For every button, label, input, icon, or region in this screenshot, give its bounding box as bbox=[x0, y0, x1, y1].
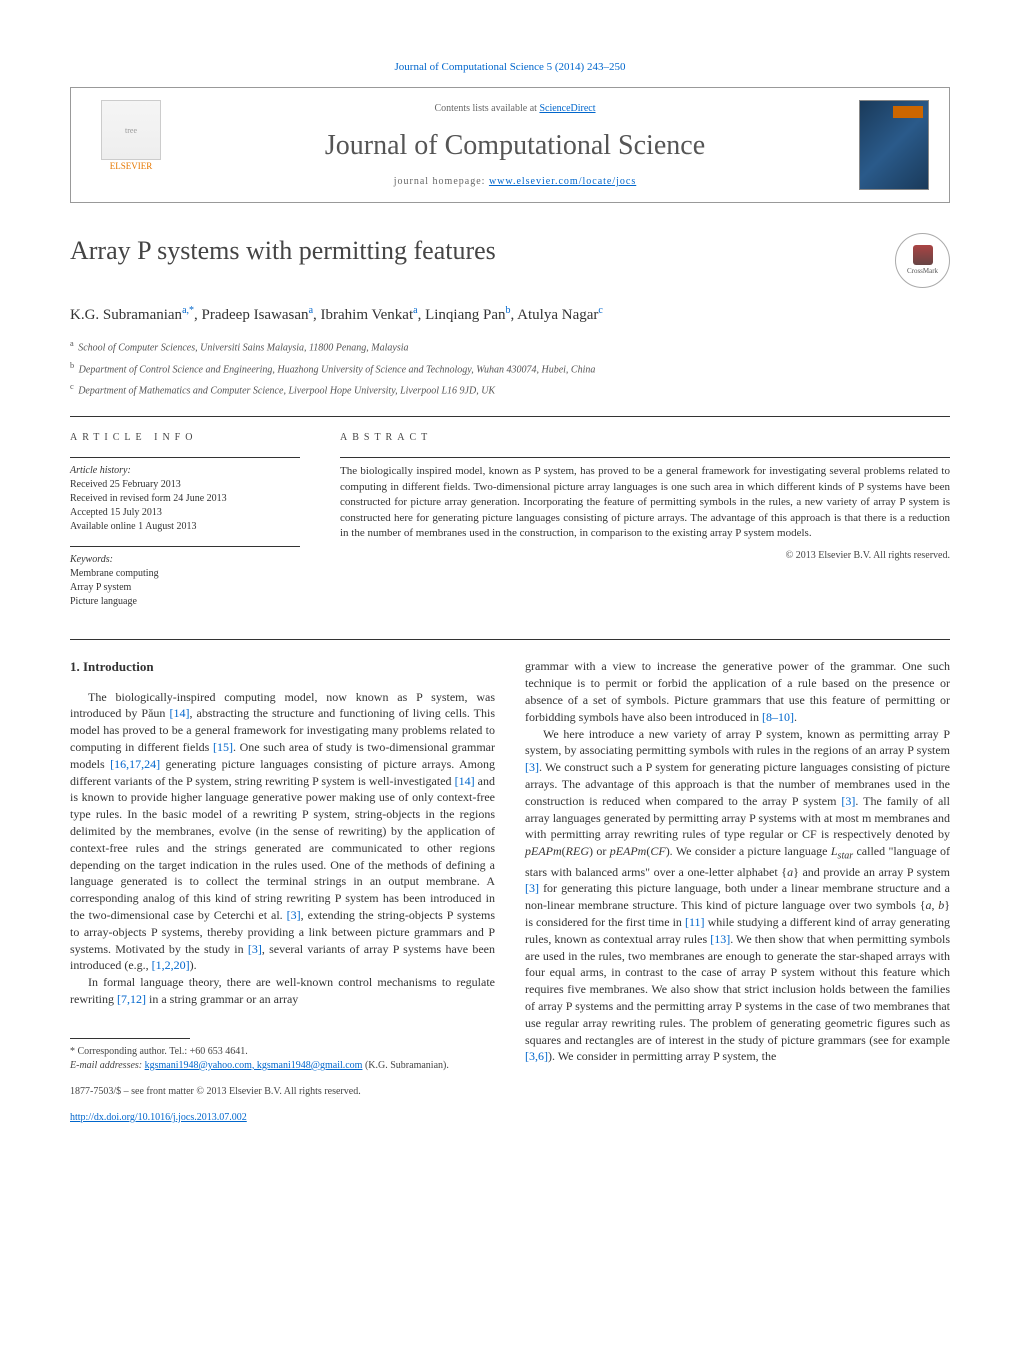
divider bbox=[70, 416, 950, 417]
title-row: Array P systems with permitting features… bbox=[70, 233, 950, 288]
keyword: Array P system bbox=[70, 581, 300, 595]
paragraph: The biologically-inspired computing mode… bbox=[70, 689, 495, 975]
abstract: abstract The biologically inspired model… bbox=[340, 431, 950, 621]
article-title: Array P systems with permitting features bbox=[70, 233, 496, 269]
email-footnote: E-mail addresses: kgsmani1948@yahoo.com,… bbox=[70, 1059, 495, 1073]
keyword: Picture language bbox=[70, 595, 300, 609]
authors: K.G. Subramaniana,*, Pradeep Isawasana, … bbox=[70, 304, 950, 326]
sciencedirect-link[interactable]: ScienceDirect bbox=[539, 103, 595, 114]
section-divider bbox=[70, 639, 950, 640]
corresponding-text: Corresponding author. Tel.: +60 653 4641… bbox=[78, 1046, 248, 1057]
body-columns: 1. Introduction The biologically-inspire… bbox=[70, 658, 950, 1124]
crossmark-label: CrossMark bbox=[907, 267, 938, 277]
paragraph: grammar with a view to increase the gene… bbox=[525, 658, 950, 725]
article-info: article info Article history: Received 2… bbox=[70, 431, 300, 621]
journal-homepage: journal homepage: www.elsevier.com/locat… bbox=[171, 175, 859, 189]
doi-link-line: http://dx.doi.org/10.1016/j.jocs.2013.07… bbox=[70, 1111, 495, 1125]
footnote-separator bbox=[70, 1038, 190, 1039]
journal-title: Journal of Computational Science bbox=[171, 126, 859, 165]
contents-available: Contents lists available at ScienceDirec… bbox=[171, 102, 859, 116]
affiliation: b Department of Control Science and Engi… bbox=[70, 360, 950, 377]
section-heading: 1. Introduction bbox=[70, 658, 495, 676]
affiliation: a School of Computer Sciences, Universit… bbox=[70, 338, 950, 355]
journal-header: tree ELSEVIER Contents lists available a… bbox=[70, 87, 950, 203]
abstract-copyright: © 2013 Elsevier B.V. All rights reserved… bbox=[340, 549, 950, 563]
crossmark-badge[interactable]: CrossMark bbox=[895, 233, 950, 288]
publisher-logo: tree ELSEVIER bbox=[91, 100, 171, 190]
affiliation: c Department of Mathematics and Computer… bbox=[70, 381, 950, 398]
elsevier-tree-icon: tree bbox=[101, 100, 161, 160]
history-line: Available online 1 August 2013 bbox=[70, 520, 300, 534]
article-history: Article history: Received 25 February 20… bbox=[70, 457, 300, 534]
abstract-heading: abstract bbox=[340, 431, 950, 445]
top-citation: Journal of Computational Science 5 (2014… bbox=[70, 60, 950, 75]
publisher-name: ELSEVIER bbox=[110, 160, 153, 173]
corresponding-author-footnote: * Corresponding author. Tel.: +60 653 46… bbox=[70, 1045, 495, 1059]
history-line: Accepted 15 July 2013 bbox=[70, 506, 300, 520]
email-link[interactable]: kgsmani1948@yahoo.com, kgsmani1948@gmail… bbox=[145, 1060, 363, 1071]
email-label: E-mail addresses: bbox=[70, 1060, 142, 1071]
info-and-abstract: article info Article history: Received 2… bbox=[70, 431, 950, 621]
keywords-label: Keywords: bbox=[70, 553, 300, 567]
email-owner: (K.G. Subramanian). bbox=[365, 1060, 449, 1071]
article-info-heading: article info bbox=[70, 431, 300, 445]
keywords-block: Keywords: Membrane computing Array P sys… bbox=[70, 546, 300, 609]
crossmark-icon bbox=[913, 245, 933, 265]
homepage-prefix: journal homepage: bbox=[394, 176, 489, 187]
issn-copyright-line: 1877-7503/$ – see front matter © 2013 El… bbox=[70, 1085, 495, 1099]
abstract-text: The biologically inspired model, known a… bbox=[340, 464, 950, 541]
paragraph: In formal language theory, there are wel… bbox=[70, 974, 495, 1008]
right-column: grammar with a view to increase the gene… bbox=[525, 658, 950, 1124]
history-line: Received 25 February 2013 bbox=[70, 478, 300, 492]
section-number: 1. bbox=[70, 659, 80, 674]
doi-link[interactable]: http://dx.doi.org/10.1016/j.jocs.2013.07… bbox=[70, 1112, 247, 1123]
header-center: Contents lists available at ScienceDirec… bbox=[171, 102, 859, 189]
homepage-link[interactable]: www.elsevier.com/locate/jocs bbox=[489, 176, 636, 187]
affiliations: a School of Computer Sciences, Universit… bbox=[70, 338, 950, 398]
keyword: Membrane computing bbox=[70, 567, 300, 581]
history-line: Received in revised form 24 June 2013 bbox=[70, 492, 300, 506]
page: Journal of Computational Science 5 (2014… bbox=[0, 0, 1020, 1165]
left-column: 1. Introduction The biologically-inspire… bbox=[70, 658, 495, 1124]
history-label: Article history: bbox=[70, 464, 300, 478]
journal-cover-thumbnail bbox=[859, 100, 929, 190]
section-title: Introduction bbox=[83, 659, 154, 674]
paragraph: We here introduce a new variety of array… bbox=[525, 726, 950, 1066]
contents-prefix: Contents lists available at bbox=[434, 103, 539, 114]
